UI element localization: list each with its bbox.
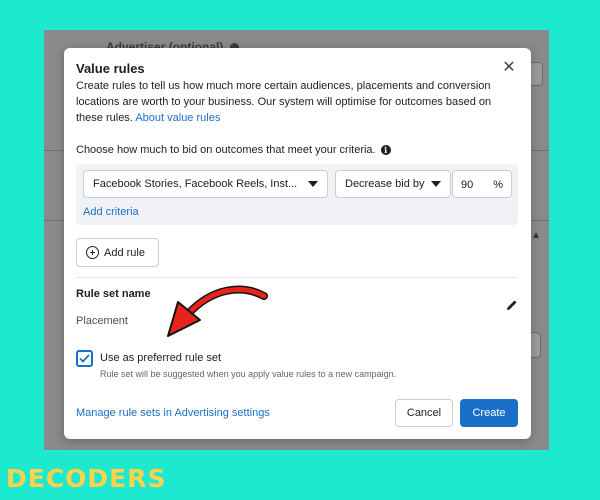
create-button[interactable]: Create (460, 399, 518, 427)
bid-action-dropdown[interactable]: Decrease bid by (335, 170, 451, 198)
dialog-title: Value rules (76, 61, 145, 76)
checkmark-icon (79, 354, 90, 363)
caret-down-icon (431, 181, 441, 187)
divider (76, 277, 518, 278)
cancel-button[interactable]: Cancel (395, 399, 453, 427)
value-rules-dialog: Value rules ✕ Create rules to tell us ho… (64, 48, 531, 439)
decoders-logo: DECODERS (6, 464, 167, 493)
percent-input[interactable]: 90 % (452, 170, 512, 198)
chevron-up-icon: ▲ (531, 230, 541, 241)
close-icon[interactable]: ✕ (501, 60, 517, 76)
add-criteria-link[interactable]: Add criteria (83, 206, 139, 218)
choose-bid-text: Choose how much to bid on outcomes that … (76, 144, 391, 156)
rule-set-name-value: Placement (76, 315, 128, 327)
preferred-rule-set-label: Use as preferred rule set (100, 352, 222, 364)
dialog-description: Create rules to tell us how much more ce… (76, 80, 492, 124)
placement-dropdown[interactable]: Facebook Stories, Facebook Reels, Inst..… (83, 170, 328, 198)
preferred-rule-set-checkbox[interactable] (76, 350, 93, 367)
criteria-panel: Facebook Stories, Facebook Reels, Inst..… (76, 164, 518, 225)
add-rule-button[interactable]: Add rule (76, 238, 159, 267)
plus-circle-icon (86, 246, 99, 259)
red-arrow-annotation (167, 285, 268, 337)
rule-set-name-label: Rule set name (76, 288, 151, 300)
preferred-rule-set-description: Rule set will be suggested when you appl… (100, 369, 397, 379)
about-value-rules-link[interactable]: About value rules (135, 112, 220, 124)
pencil-icon[interactable] (505, 298, 519, 312)
manage-rule-sets-link[interactable]: Manage rule sets in Advertising settings (76, 407, 270, 419)
info-icon[interactable]: i (380, 145, 391, 155)
caret-down-icon (308, 181, 318, 187)
